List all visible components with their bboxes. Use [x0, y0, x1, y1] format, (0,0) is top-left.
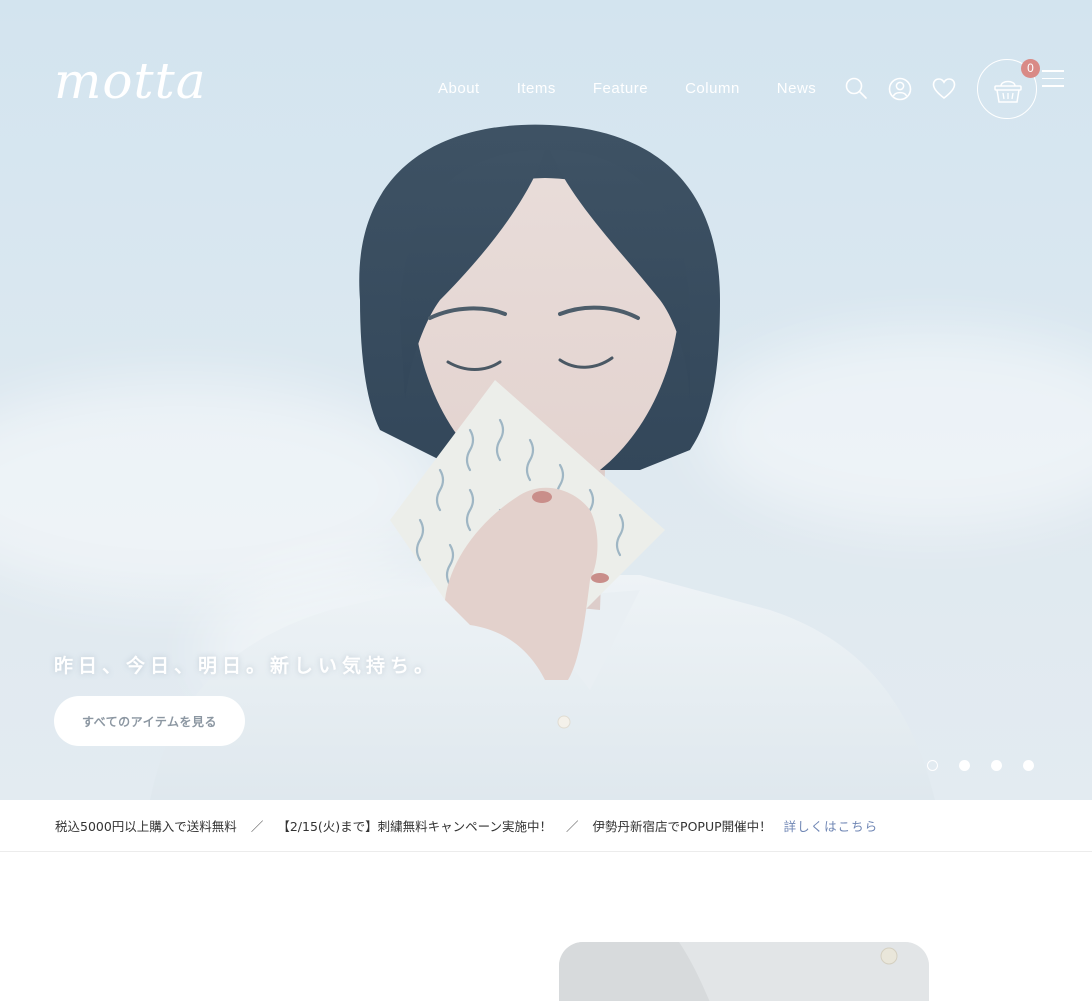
- nav-items[interactable]: Items: [517, 80, 556, 97]
- main-nav: About Items Feature Column News: [438, 80, 816, 97]
- slider-dot-2[interactable]: [959, 760, 970, 771]
- slider-dot-1[interactable]: [927, 760, 938, 771]
- search-icon[interactable]: [844, 76, 870, 102]
- nav-feature[interactable]: Feature: [593, 80, 648, 97]
- slider-pagination: [927, 760, 1034, 771]
- nav-news[interactable]: News: [777, 80, 817, 97]
- heart-icon[interactable]: [932, 76, 958, 102]
- announcement-separator: ／: [566, 819, 579, 834]
- announcement-bar: 税込5000円以上購入で送料無料 ／ 【2/15(火)まで】刺繍無料キャンペーン…: [0, 800, 1092, 852]
- announcement-item: 【2/15(火)まで】刺繍無料キャンペーン実施中！: [277, 819, 553, 834]
- nav-column[interactable]: Column: [685, 80, 740, 97]
- hero-tagline: 昨日、今日、明日。新しい気持ち。: [54, 655, 439, 677]
- announcement-details-link[interactable]: 詳しくはこちら: [784, 816, 879, 835]
- announcement-item: 税込5000円以上購入で送料無料: [55, 819, 237, 834]
- feature-image-card[interactable]: [559, 942, 929, 1001]
- announcement-item: 伊勢丹新宿店でPOPUP開催中！: [592, 819, 772, 834]
- hamburger-menu-icon[interactable]: [1042, 70, 1064, 88]
- site-logo[interactable]: motta: [54, 52, 207, 110]
- slider-dot-3[interactable]: [991, 760, 1002, 771]
- nav-about[interactable]: About: [438, 80, 480, 97]
- cart-count-badge: 0: [1021, 59, 1040, 78]
- basket-icon: [994, 80, 1022, 103]
- feature-photo: [559, 942, 929, 1001]
- account-icon[interactable]: [888, 76, 914, 102]
- announcement-separator: ／: [250, 819, 264, 834]
- hero-photo: [150, 124, 935, 800]
- slider-dot-4[interactable]: [1023, 760, 1034, 771]
- view-all-items-button[interactable]: すべてのアイテムを見る: [54, 696, 245, 746]
- hero-banner: motta About Items Feature Column News 0 …: [0, 0, 1092, 800]
